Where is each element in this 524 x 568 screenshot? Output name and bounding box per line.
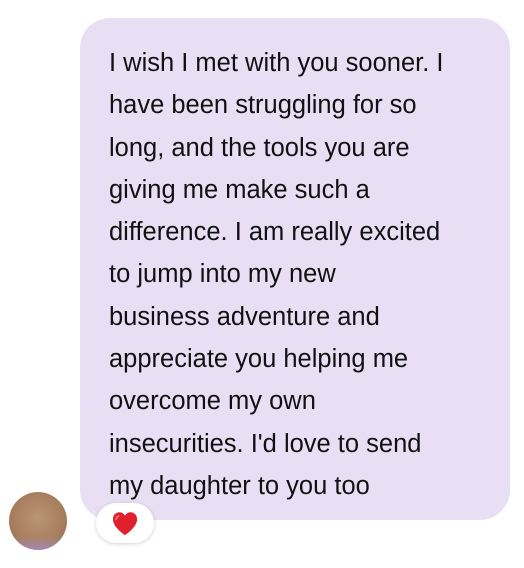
chat-thread: I wish I met with you sooner. I have bee…: [0, 0, 524, 568]
heart-icon: [112, 511, 138, 535]
message-text: I wish I met with you sooner. I have bee…: [109, 49, 444, 500]
avatar-shade: [9, 536, 67, 550]
avatar[interactable]: [9, 492, 67, 550]
heart-reaction[interactable]: [96, 503, 154, 543]
message-bubble[interactable]: I wish I met with you sooner. I have bee…: [80, 18, 510, 520]
